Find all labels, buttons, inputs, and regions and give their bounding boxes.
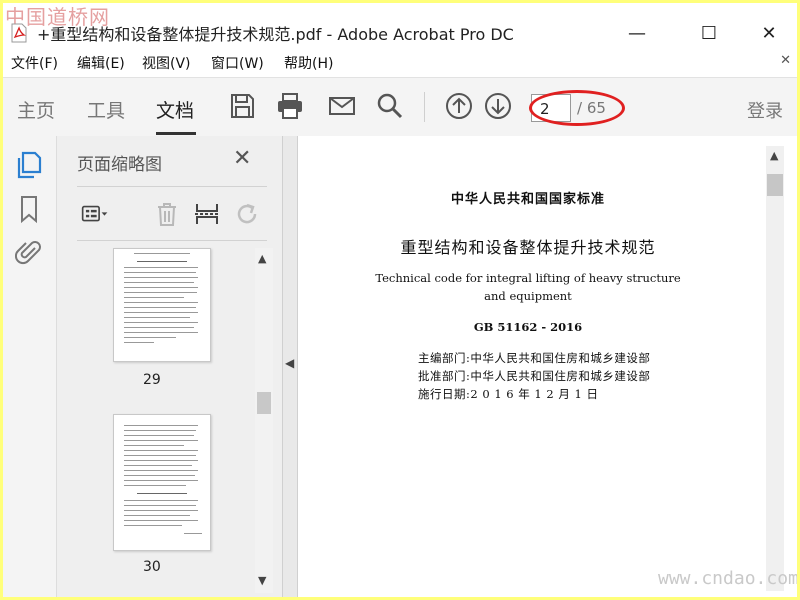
chief-department: 主编部门:中华人民共和国住房和城乡建设部 xyxy=(418,351,651,365)
print-icon[interactable] xyxy=(275,91,305,121)
page-thumbnails-icon[interactable] xyxy=(15,150,43,180)
window-title: +重型结构和设备整体提升技术规范.pdf - Adobe Acrobat Pro… xyxy=(37,25,514,44)
scroll-up-icon[interactable]: ▲ xyxy=(770,149,778,162)
page-thumbnail-29[interactable] xyxy=(113,248,211,362)
thumbnails-title: 页面缩略图 xyxy=(77,155,162,175)
close-document-icon[interactable]: ✕ xyxy=(780,53,791,68)
scrollbar-thumb[interactable] xyxy=(767,174,783,196)
document-view: 中华人民共和国国家标准 重型结构和设备整体提升技术规范 Technical co… xyxy=(298,136,797,597)
app-window: 中国道桥网 +重型结构和设备整体提升技术规范.pdf - Adobe Acrob… xyxy=(3,3,797,597)
bookmark-icon[interactable] xyxy=(15,194,43,224)
left-rail xyxy=(3,136,57,597)
thumbnails-scrollbar[interactable]: ▲ ▼ xyxy=(255,248,273,593)
mail-icon[interactable] xyxy=(327,91,357,121)
toolbar: 主页 工具 文档 2 / 65 登录 xyxy=(3,77,797,137)
thumbnail-page-number: 29 xyxy=(143,372,161,388)
thumbnail-page-number: 30 xyxy=(143,559,161,575)
document-title-cn: 重型结构和设备整体提升技术规范 xyxy=(400,238,656,257)
tab-document[interactable]: 文档 xyxy=(156,96,194,123)
scroll-up-icon[interactable]: ▲ xyxy=(258,252,266,265)
attachment-icon[interactable] xyxy=(15,238,43,268)
panel-collapse-handle[interactable]: ◀ xyxy=(283,136,298,597)
close-window-button[interactable]: ✕ xyxy=(749,19,789,47)
approval-department: 批准部门:中华人民共和国住房和城乡建设部 xyxy=(418,369,651,383)
highlight-annotation xyxy=(529,90,625,126)
toolbar-divider xyxy=(424,92,425,122)
search-icon[interactable] xyxy=(375,91,405,121)
tab-tools[interactable]: 工具 xyxy=(87,96,125,123)
insert-icon[interactable] xyxy=(193,200,221,228)
menu-edit[interactable]: 编辑(E) xyxy=(77,53,125,73)
panel-divider xyxy=(77,186,267,187)
page-up-icon[interactable] xyxy=(444,91,474,121)
title-bar: 中国道桥网 +重型结构和设备整体提升技术规范.pdf - Adobe Acrob… xyxy=(3,3,797,49)
maximize-button[interactable]: ☐ xyxy=(689,19,729,47)
pdf-file-icon xyxy=(11,23,27,43)
login-button[interactable]: 登录 xyxy=(747,97,783,123)
collapse-arrow-icon[interactable]: ◀ xyxy=(285,356,294,370)
document-title-en: Technical code for integral lifting of h… xyxy=(375,271,681,285)
scrollbar-thumb[interactable] xyxy=(257,392,271,414)
document-title-en-2: and equipment xyxy=(484,289,572,303)
active-tab-indicator xyxy=(156,132,196,135)
menu-file[interactable]: 文件(F) xyxy=(11,53,58,73)
options-icon[interactable] xyxy=(81,200,109,228)
menu-view[interactable]: 视图(V) xyxy=(142,53,191,73)
page-down-icon[interactable] xyxy=(483,91,513,121)
save-icon[interactable] xyxy=(227,91,257,121)
thumbnails-panel: 页面缩略图 ✕ 29 30 ▲ ▼ xyxy=(57,136,283,597)
standard-code: GB 51162 - 2016 xyxy=(473,320,583,334)
rotate-icon[interactable] xyxy=(233,200,261,228)
scroll-down-icon[interactable]: ▼ xyxy=(258,574,266,587)
panel-divider xyxy=(77,240,267,241)
menu-window[interactable]: 窗口(W) xyxy=(211,53,264,73)
document-scrollbar[interactable]: ▲ xyxy=(766,146,784,591)
tab-home[interactable]: 主页 xyxy=(17,96,55,123)
close-panel-icon[interactable]: ✕ xyxy=(233,146,251,171)
standard-header: 中华人民共和国国家标准 xyxy=(450,192,605,207)
menu-help[interactable]: 帮助(H) xyxy=(284,53,333,73)
page-thumbnail-30[interactable] xyxy=(113,414,211,551)
minimize-button[interactable]: — xyxy=(617,19,657,47)
watermark-bottom: www.cndao.com xyxy=(658,568,797,589)
delete-icon[interactable] xyxy=(153,200,181,228)
effective-date: 施行日期:2 0 1 6 年 1 2 月 1 日 xyxy=(418,387,599,401)
menu-bar: 文件(F) 编辑(E) 视图(V) 窗口(W) 帮助(H) ✕ xyxy=(3,51,797,75)
